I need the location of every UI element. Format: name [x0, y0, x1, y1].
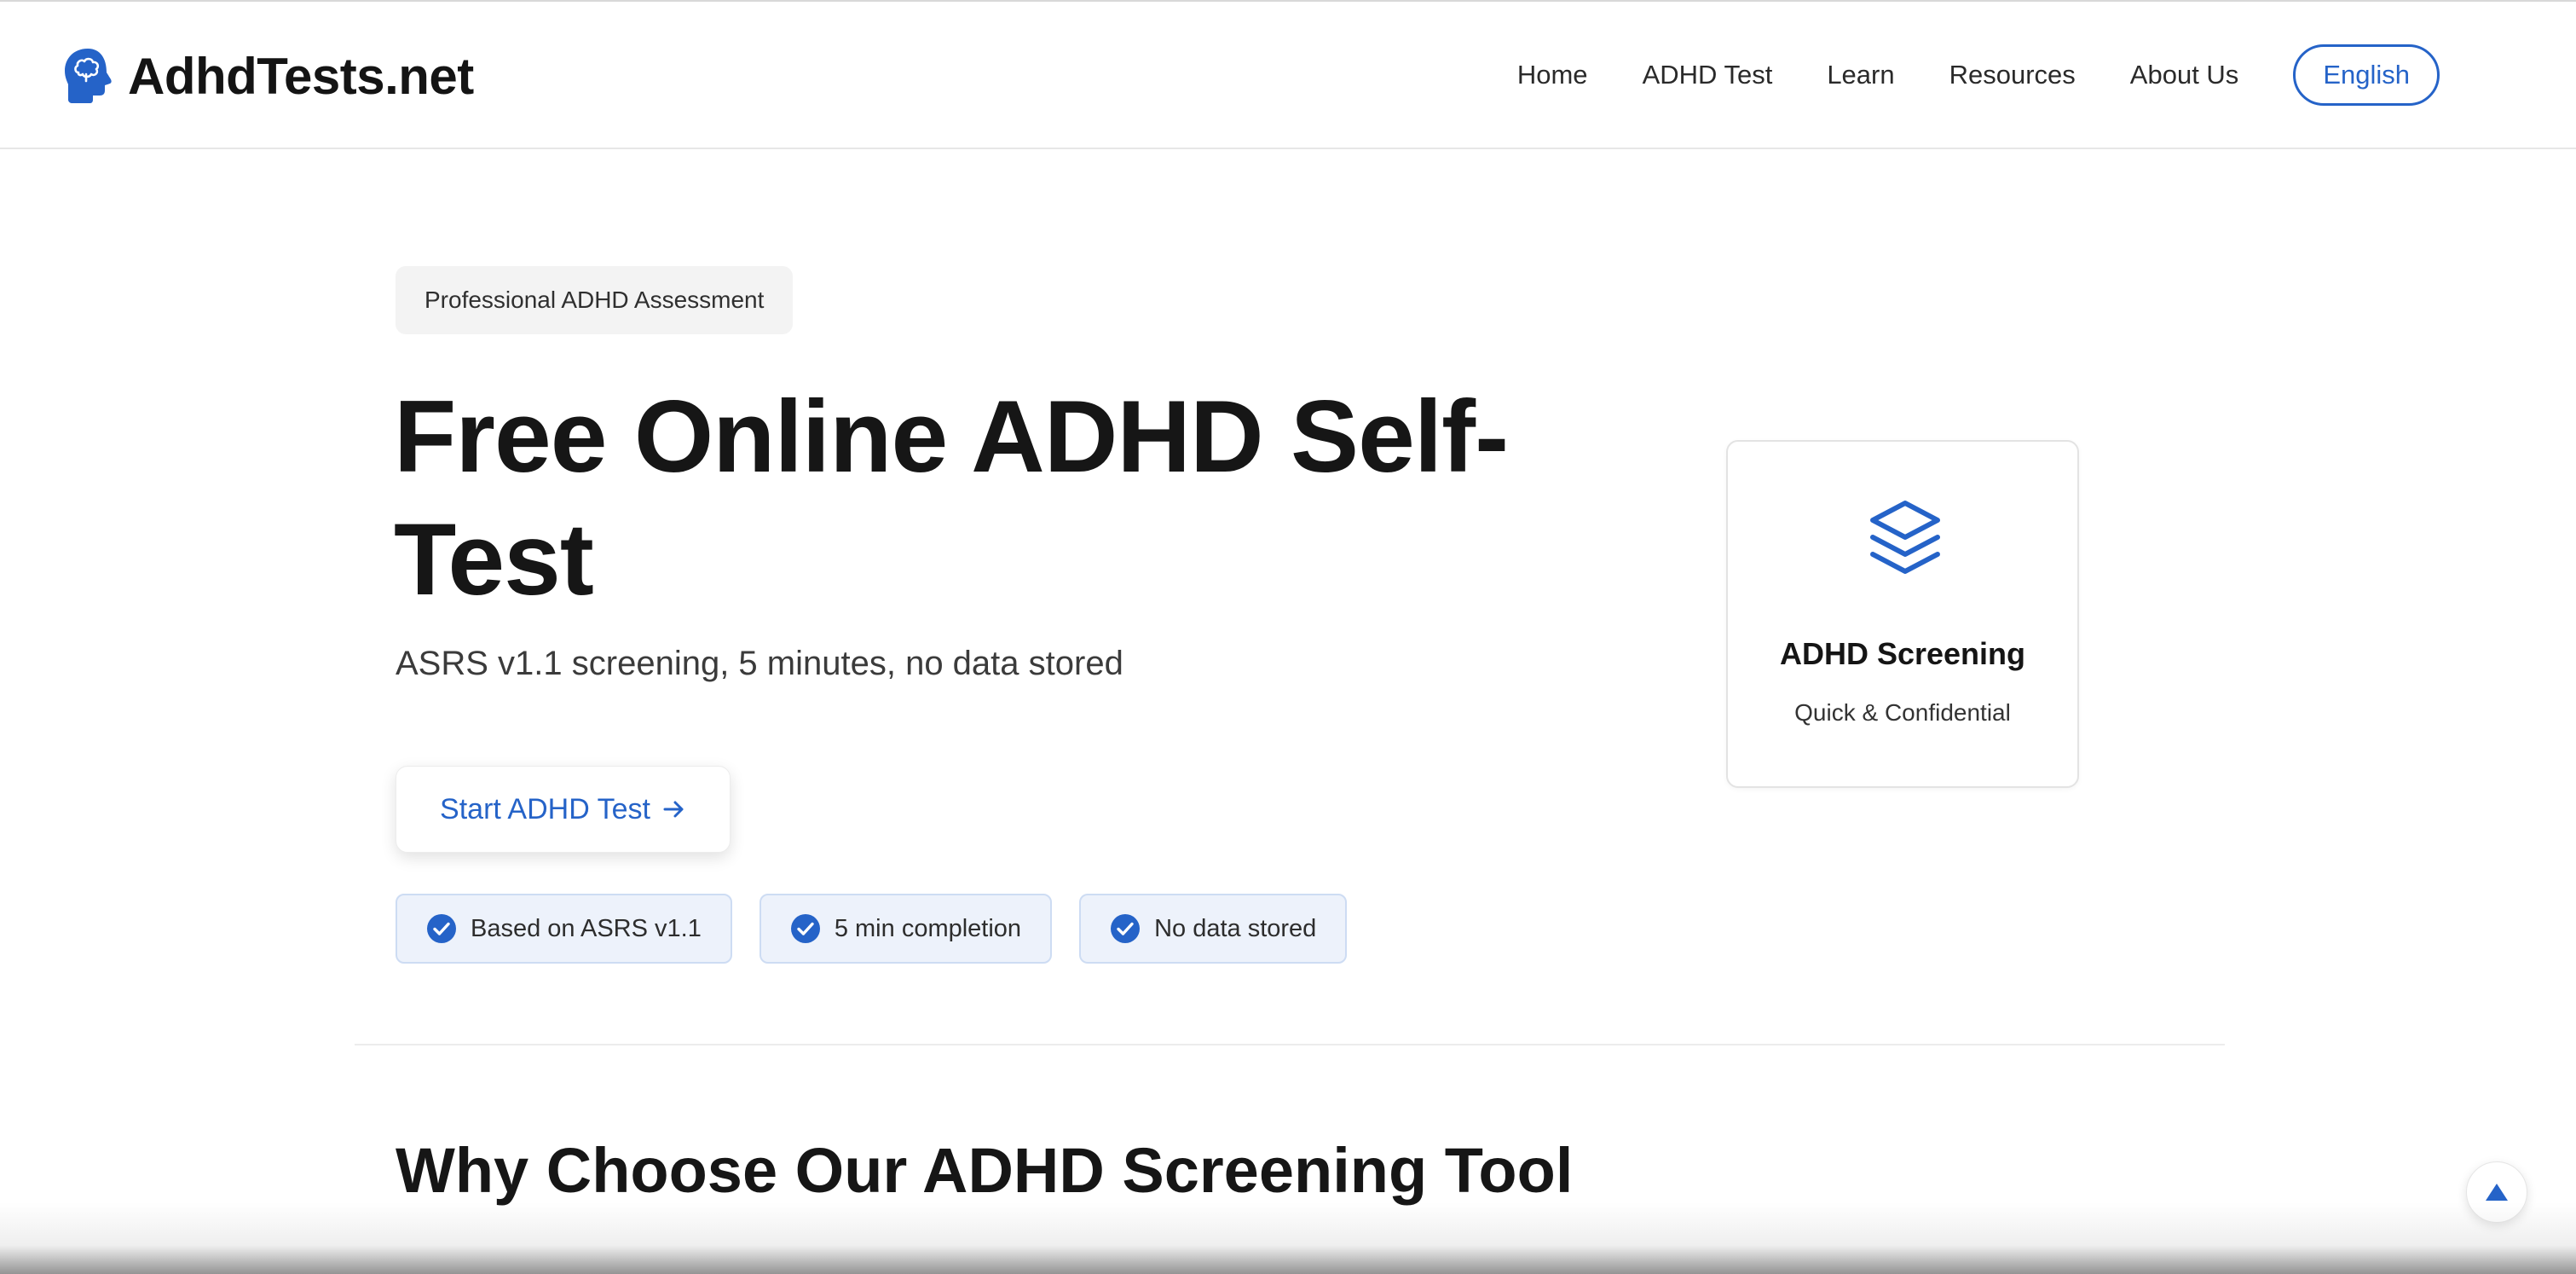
- hero-badge: Professional ADHD Assessment: [396, 266, 794, 334]
- start-test-label: Start ADHD Test: [440, 792, 650, 825]
- feature-label: Based on ASRS v1.1: [471, 914, 702, 942]
- hero-subtitle: ASRS v1.1 screening, 5 minutes, no data …: [396, 645, 1123, 682]
- screening-card: ADHD Screening Quick & Confidential: [1726, 440, 2079, 788]
- feature-badge: No data stored: [1079, 894, 1348, 964]
- check-circle-icon: [790, 914, 820, 943]
- main-nav: Home ADHD Test Learn Resources About Us …: [1517, 43, 2440, 107]
- feature-badge: Based on ASRS v1.1: [396, 894, 732, 964]
- scroll-to-top-button[interactable]: [2466, 1161, 2527, 1223]
- arrow-right-icon: [663, 801, 684, 818]
- window-bottom-shadow: [0, 1202, 2576, 1274]
- check-circle-icon: [1111, 914, 1141, 943]
- card-subtitle: Quick & Confidential: [1794, 699, 2011, 726]
- nav-about-us[interactable]: About Us: [2130, 60, 2239, 90]
- nav-resources[interactable]: Resources: [1949, 60, 2076, 90]
- site-name: AdhdTests.net: [128, 47, 474, 105]
- nav-home[interactable]: Home: [1517, 60, 1588, 90]
- language-selector-button[interactable]: English: [2293, 44, 2440, 106]
- section-title: Why Choose Our ADHD Screening Tool: [396, 1135, 1574, 1206]
- brain-head-icon: [65, 49, 112, 103]
- site-logo[interactable]: AdhdTests.net: [61, 46, 474, 106]
- triangle-up-icon: [2486, 1184, 2508, 1201]
- site-header: AdhdTests.net Home ADHD Test Learn Resou…: [0, 0, 2576, 149]
- section-divider: [355, 1044, 2225, 1045]
- nav-adhd-test[interactable]: ADHD Test: [1643, 60, 1773, 90]
- hero-title: Free Online ADHD Self-Test: [394, 379, 1509, 617]
- feature-badge: 5 min completion: [759, 894, 1053, 964]
- feature-label: 5 min completion: [834, 914, 1022, 942]
- feature-badges: Based on ASRS v1.1 5 min completion No d…: [396, 894, 1374, 964]
- layers-icon: [1870, 501, 1940, 574]
- check-circle-icon: [427, 914, 456, 943]
- start-test-button[interactable]: Start ADHD Test: [396, 766, 731, 853]
- card-title: ADHD Screening: [1779, 636, 2026, 671]
- nav-learn[interactable]: Learn: [1827, 60, 1894, 90]
- feature-label: No data stored: [1154, 914, 1317, 942]
